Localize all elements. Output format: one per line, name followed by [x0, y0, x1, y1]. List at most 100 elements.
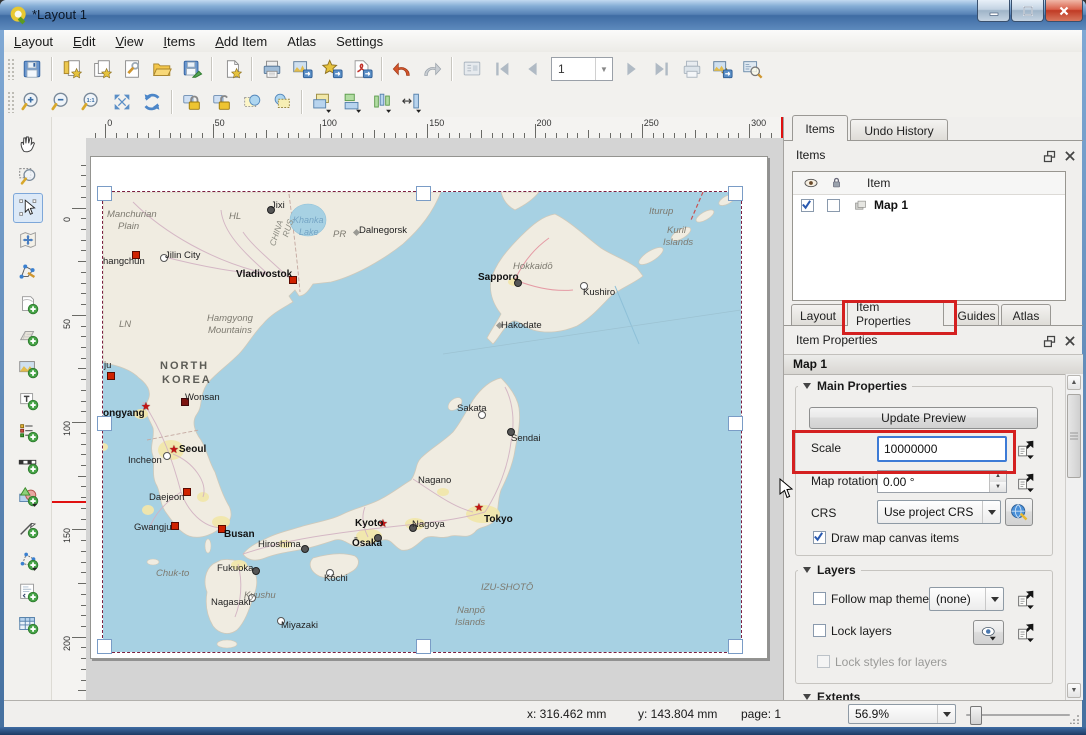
zoom-out-button[interactable] — [47, 87, 77, 117]
scale-data-defined-button[interactable] — [1013, 436, 1039, 462]
scale-input[interactable]: 10000000 — [877, 436, 1007, 462]
add-scalebar-tool[interactable] — [13, 449, 43, 479]
menu-items[interactable]: Items — [153, 32, 205, 51]
map1-lock-checkbox[interactable] — [827, 199, 840, 212]
handle-top-center[interactable] — [416, 186, 431, 201]
menu-view[interactable]: View — [105, 32, 153, 51]
resize-selected-items-button[interactable] — [397, 87, 427, 117]
pan-layout-tool[interactable] — [13, 129, 43, 159]
add-pages-button[interactable] — [217, 54, 247, 84]
handle-top-right[interactable] — [728, 186, 743, 201]
menu-atlas[interactable]: Atlas — [277, 32, 326, 51]
handle-mid-left[interactable] — [97, 416, 112, 431]
print-atlas-button[interactable] — [677, 54, 707, 84]
minimize-button[interactable] — [977, 0, 1010, 22]
select-move-item-tool[interactable] — [12, 193, 43, 223]
print-layout-button[interactable] — [257, 54, 287, 84]
distribute-selected-items-button[interactable] — [367, 87, 397, 117]
resize-grip-icon[interactable] — [1070, 714, 1080, 724]
tab-undo-history[interactable]: Undo History — [850, 119, 948, 141]
atlas-first-feature-button[interactable] — [487, 54, 517, 84]
atlas-settings-button[interactable] — [737, 54, 767, 84]
redo-button[interactable] — [417, 54, 447, 84]
align-selected-items-button[interactable] — [337, 87, 367, 117]
lock-layers-data-defined-button[interactable] — [1013, 619, 1039, 645]
scrollbar-thumb[interactable] — [1067, 394, 1081, 478]
crs-combobox[interactable]: Use project CRS — [877, 500, 1001, 524]
edit-nodes-item-tool[interactable] — [13, 257, 43, 287]
scroll-up-icon[interactable]: ▲ — [1067, 375, 1081, 390]
add-legend-tool[interactable] — [13, 417, 43, 447]
save-as-template-button[interactable] — [177, 54, 207, 84]
visibility-presets-eye-button[interactable] — [973, 620, 1004, 645]
new-layout-button[interactable] — [57, 54, 87, 84]
layout-manager-button[interactable] — [117, 54, 147, 84]
handle-top-left[interactable] — [97, 186, 112, 201]
open-layout-button[interactable] — [147, 54, 177, 84]
add-picture-tool[interactable] — [13, 353, 43, 383]
close-panel-icon[interactable] — [1061, 332, 1079, 350]
main-properties-header[interactable]: Main Properties — [798, 379, 913, 393]
zoom-actual-size-button[interactable]: 1:1 — [77, 87, 107, 117]
undo-button[interactable] — [387, 54, 417, 84]
theme-data-defined-button[interactable] — [1013, 586, 1039, 612]
atlas-next-feature-button[interactable] — [617, 54, 647, 84]
handle-bottom-right[interactable] — [728, 639, 743, 654]
add-node-item-tool[interactable] — [13, 545, 43, 575]
zoom-slider-thumb[interactable] — [970, 706, 982, 725]
refresh-view-button[interactable] — [137, 87, 167, 117]
export-as-svg-button[interactable] — [317, 54, 347, 84]
panel-scrollbar[interactable]: ▲ ▼ — [1065, 374, 1083, 700]
export-atlas-button[interactable] — [707, 54, 737, 84]
export-as-image-button[interactable] — [287, 54, 317, 84]
menu-add-item[interactable]: Add Item — [205, 32, 277, 51]
add-label-tool[interactable] — [13, 385, 43, 415]
toolbar-drag-handle[interactable] — [7, 90, 14, 113]
toolbar-drag-handle[interactable] — [7, 58, 14, 80]
extents-header[interactable]: Extents — [798, 690, 865, 700]
menu-settings[interactable]: Settings — [326, 32, 393, 51]
update-preview-button[interactable]: Update Preview — [809, 407, 1038, 429]
layout-canvas[interactable]: Jixi Jilin City hangchun Vladivostok Dalnego… — [86, 138, 783, 700]
tab-item-properties[interactable]: Item Properties — [847, 300, 944, 328]
title-bar[interactable]: *Layout 1 — [0, 0, 1086, 30]
zoom-full-extent-button[interactable] — [107, 87, 137, 117]
zoom-level-combobox[interactable]: 56.9% — [848, 704, 956, 724]
layers-header[interactable]: Layers — [798, 563, 861, 577]
add-map-tool[interactable] — [13, 289, 43, 319]
duplicate-layout-button[interactable] — [87, 54, 117, 84]
atlas-page-combo[interactable]: 1 ▼ — [551, 57, 613, 81]
add-3d-map-tool[interactable] — [13, 321, 43, 351]
unlock-all-items-button[interactable] — [207, 87, 237, 117]
draw-canvas-items-checkbox[interactable] — [813, 531, 826, 544]
handle-bottom-left[interactable] — [97, 639, 112, 654]
add-shape-tool[interactable] — [13, 481, 43, 511]
handle-mid-right[interactable] — [728, 416, 743, 431]
add-arrow-tool[interactable] — [13, 513, 43, 543]
select-all-items-button[interactable] — [237, 87, 267, 117]
scroll-down-icon[interactable]: ▼ — [1067, 683, 1081, 698]
rotation-data-defined-button[interactable] — [1013, 469, 1039, 495]
save-layout-button[interactable] — [17, 54, 47, 84]
maximize-button[interactable] — [1011, 0, 1044, 22]
tab-layout[interactable]: Layout — [791, 304, 845, 326]
map-rotation-spinbox[interactable]: 0.00 ° ▲ ▼ — [877, 470, 1007, 493]
close-panel-icon[interactable] — [1061, 147, 1079, 165]
menu-layout[interactable]: Layout — [4, 32, 63, 51]
atlas-last-feature-button[interactable] — [647, 54, 677, 84]
tab-items[interactable]: Items — [792, 115, 848, 141]
handle-bottom-center[interactable] — [416, 639, 431, 654]
export-as-pdf-button[interactable] — [347, 54, 377, 84]
tab-atlas[interactable]: Atlas — [1001, 304, 1051, 326]
atlas-preview-toggle-button[interactable] — [457, 54, 487, 84]
follow-map-theme-checkbox[interactable] — [813, 592, 826, 605]
deselect-all-items-button[interactable] — [267, 87, 297, 117]
spin-up-icon[interactable]: ▲ — [990, 471, 1006, 482]
map1-visibility-checkbox[interactable] — [801, 199, 814, 212]
close-button[interactable] — [1045, 0, 1083, 22]
map-item[interactable]: Jixi Jilin City hangchun Vladivostok Dalnego… — [102, 191, 742, 653]
raise-selected-items-button[interactable] — [307, 87, 337, 117]
add-attribute-table-tool[interactable] — [13, 609, 43, 639]
items-tree-row-map1[interactable]: Map 1 — [793, 194, 1065, 218]
map-theme-combobox[interactable]: (none) — [929, 587, 1004, 611]
